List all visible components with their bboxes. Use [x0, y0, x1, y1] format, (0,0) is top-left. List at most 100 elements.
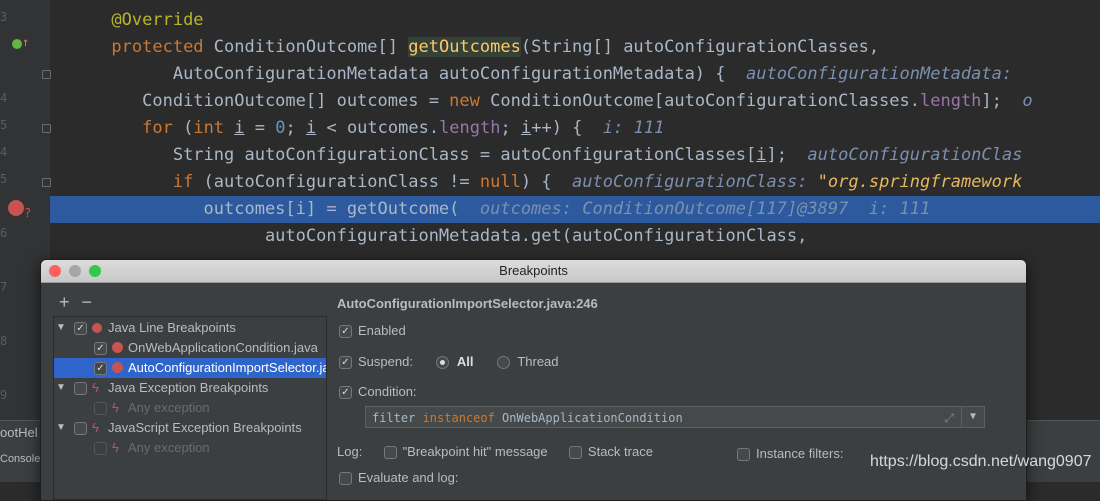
lightning-icon: ϟ [92, 380, 99, 395]
code-token: getOutcomes [408, 37, 521, 57]
code-line[interactable]: String autoConfigurationClass = autoConf… [50, 142, 1100, 169]
code-token: ConditionOutcome[] [213, 37, 409, 57]
history-dropdown-icon[interactable]: ▼ [961, 407, 984, 427]
breakpoint-tree[interactable]: ▼ ✓ Java Line Breakpoints ✓ OnWebApplication… [53, 316, 327, 500]
breakpoint-item[interactable]: ϟ Any exception [54, 438, 326, 458]
breakpoint-item[interactable]: ϟ Any exception [54, 398, 326, 418]
code-token: new [449, 91, 491, 111]
expand-editor-icon[interactable]: ⤢ [944, 407, 954, 429]
suspend-checkbox[interactable]: ✓ [339, 356, 352, 370]
breakpoint-group[interactable]: ▼ ✓ Java Line Breakpoints [54, 318, 326, 338]
stack-trace-checkbox[interactable] [568, 446, 582, 460]
code-token: int [193, 118, 235, 138]
conditional-breakpoint-icon [112, 342, 123, 353]
code-token: (autoConfigurationClass != [203, 172, 480, 192]
suspend-all-label: All [456, 354, 474, 369]
code-token: i: 111 [602, 118, 665, 138]
console-tab[interactable]: Console [0, 453, 40, 465]
breakpoint-checkbox[interactable] [94, 442, 107, 455]
breakpoint-label: JavaScript Exception Breakpoints [108, 420, 302, 435]
condition-text: filter [372, 411, 423, 425]
condition-checkbox[interactable]: ✓ [339, 386, 352, 400]
breakpoint-checkbox[interactable]: ✓ [74, 322, 87, 335]
evaluate-checkbox[interactable] [339, 472, 352, 486]
breakpoint-label: Java Exception Breakpoints [108, 380, 269, 395]
code-line[interactable]: ConditionOutcome[] outcomes = new Condit… [50, 88, 1100, 115]
code-token: 0 [275, 118, 286, 138]
dialog-titlebar[interactable]: Breakpoints [41, 260, 1026, 283]
watermark: https://blog.csdn.net/wang0907 [870, 453, 1092, 470]
remove-breakpoint-button[interactable]: − [82, 292, 93, 312]
code-token: i [756, 145, 767, 165]
breakpoint-checkbox[interactable]: ✓ [94, 342, 107, 355]
instance-filters-checkbox[interactable] [737, 448, 750, 462]
breakpoint-item[interactable]: ✓ AutoConfigurationImportSelector.java [54, 358, 326, 378]
breakpoint-label: OnWebApplicationCondition.java [128, 340, 318, 355]
log-label: Log: [337, 444, 363, 459]
tool-tab-label[interactable]: ootHel [0, 425, 38, 440]
code-token: o [1022, 91, 1033, 111]
breakpoint-question-icon: ? [24, 206, 32, 220]
suspend-thread-label: Thread [517, 354, 559, 369]
code-token: autoConfigurationClass: [572, 172, 818, 192]
code-token: length [920, 91, 982, 111]
enabled-checkbox[interactable]: ✓ [339, 325, 352, 339]
expand-toggle-icon[interactable]: ▼ [56, 318, 66, 338]
expand-toggle-icon[interactable]: ▼ [56, 418, 66, 438]
evaluate-option[interactable]: Evaluate and log: [339, 468, 458, 488]
override-icon[interactable] [12, 39, 22, 49]
line-number: 4 [0, 145, 8, 159]
code-line[interactable]: if (autoConfigurationClass != null) { au… [50, 169, 1100, 196]
code-token: ++) { [531, 118, 603, 138]
instance-filters-option[interactable]: Instance filters: [737, 444, 843, 464]
code-token: autoConfigurationClas [807, 145, 1023, 165]
suspend-option[interactable]: ✓ Suspend: All Thread [339, 352, 559, 372]
code-token: autoConfigurationMetadata.get(autoConfig… [264, 226, 808, 246]
log-message-checkbox[interactable] [383, 446, 397, 460]
breakpoint-checkbox[interactable] [74, 422, 87, 435]
code-token: protected [111, 37, 214, 57]
stack-trace-label: Stack trace [587, 444, 653, 459]
code-token: ( [183, 118, 194, 138]
code-token: @Override [111, 10, 204, 30]
code-line[interactable]: AutoConfigurationMetadata autoConfigurat… [50, 61, 1100, 88]
condition-option[interactable]: ✓ Condition: [339, 382, 417, 402]
log-message-label: "Breakpoint hit" message [402, 444, 548, 459]
code-line[interactable]: @Override [50, 7, 1100, 34]
condition-input[interactable]: filter instanceof OnWebApplicationCondit… [365, 406, 985, 428]
breakpoint-location-title: AutoConfigurationImportSelector.java:246 [337, 296, 598, 311]
suspend-thread-radio[interactable] [496, 356, 510, 370]
code-line[interactable]: autoConfigurationMetadata.get(autoConfig… [50, 223, 1100, 250]
code-token: = [244, 118, 276, 138]
breakpoint-checkbox[interactable] [74, 382, 87, 395]
code-token: null [479, 172, 521, 192]
add-breakpoint-button[interactable]: + [59, 292, 70, 312]
breakpoint-group[interactable]: ▼ ϟ Java Exception Breakpoints [54, 378, 326, 398]
condition-label: Condition: [358, 384, 417, 399]
code-editor[interactable]: @Override protected ConditionOutcome[] g… [50, 0, 1100, 270]
enabled-option[interactable]: ✓ Enabled [339, 321, 406, 341]
breakpoint-checkbox[interactable] [94, 402, 107, 415]
suspend-label: Suspend: [358, 354, 413, 369]
lightning-icon: ϟ [92, 420, 99, 435]
enabled-label: Enabled [358, 323, 406, 338]
breakpoint-group[interactable]: ▼ ϟ JavaScript Exception Breakpoints [54, 418, 326, 438]
current-execution-line[interactable]: outcomes[i] = getOutcome( outcomes: Cond… [50, 196, 1100, 223]
conditional-breakpoint-icon [112, 362, 123, 373]
code-token: AutoConfigurationMetadata autoConfigurat… [172, 64, 746, 84]
breakpoint-checkbox[interactable]: ✓ [94, 362, 107, 375]
line-number: 4 [0, 91, 8, 105]
code-token: String autoConfigurationClass = autoConf… [172, 145, 757, 165]
code-line[interactable]: protected ConditionOutcome[] getOutcomes… [50, 34, 1100, 61]
code-line[interactable]: for (int i = 0; i < outcomes.length; i++… [50, 115, 1100, 142]
red-dot-icon [92, 323, 102, 333]
suspend-all-radio[interactable] [436, 356, 450, 370]
conditional-breakpoint-icon[interactable] [8, 200, 24, 216]
breakpoint-item[interactable]: ✓ OnWebApplicationCondition.java [54, 338, 326, 358]
evaluate-label: Evaluate and log: [358, 470, 459, 485]
expand-toggle-icon[interactable]: ▼ [56, 378, 66, 398]
